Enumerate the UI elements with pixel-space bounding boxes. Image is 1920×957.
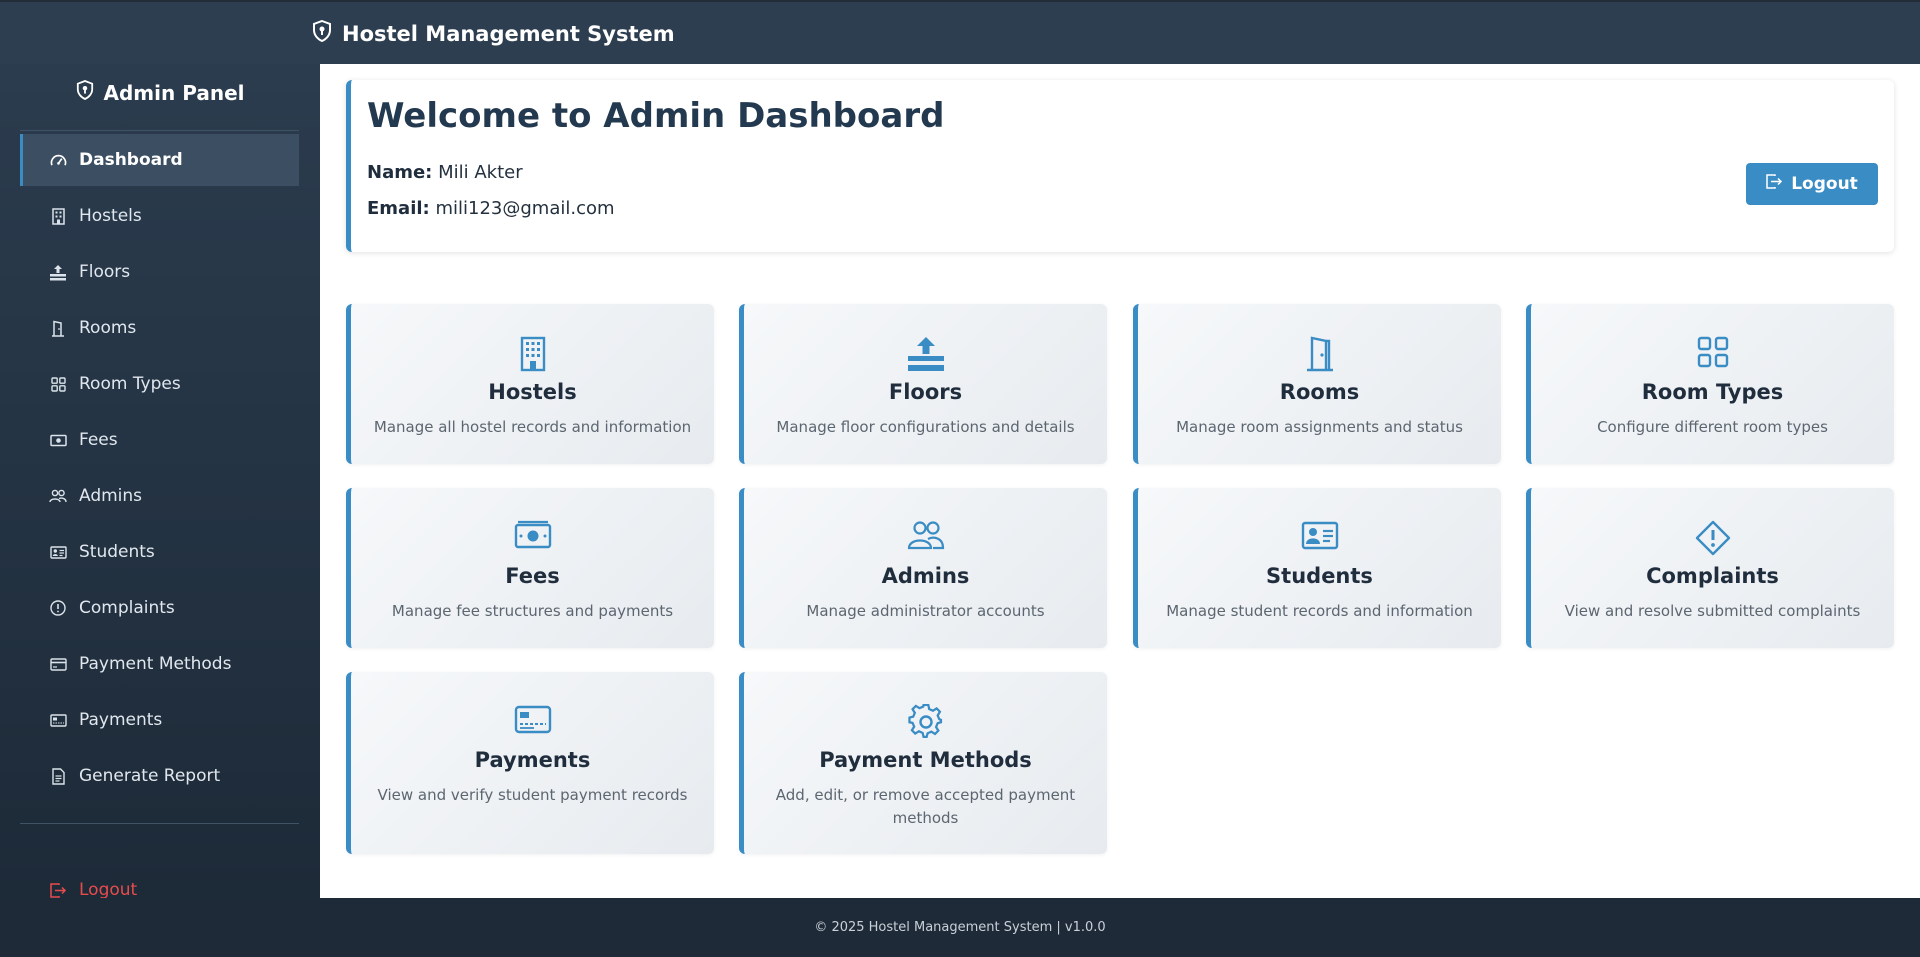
floors-icon xyxy=(744,336,1107,374)
card-description: Manage all hostel records and informatio… xyxy=(373,418,692,436)
gear-icon xyxy=(744,704,1107,742)
user-email-line: Email: mili123@gmail.com xyxy=(367,198,615,219)
card-description: Manage administrator accounts xyxy=(806,602,1045,620)
sidebar-item-rooms[interactable]: Rooms xyxy=(20,302,299,354)
top-bar: Hostel Management System xyxy=(0,0,1920,64)
card-payment-methods[interactable]: Payment Methods Add, edit, or remove acc… xyxy=(739,672,1107,854)
card-title: Complaints xyxy=(1646,564,1779,588)
sidebar-divider xyxy=(20,823,299,824)
card-title: Payment Methods xyxy=(819,748,1032,772)
card-description: Manage student records and information xyxy=(1166,602,1473,620)
cash-icon xyxy=(351,520,714,558)
building-icon xyxy=(351,336,714,374)
door-icon xyxy=(1138,336,1501,374)
sidebar-item-generate-report[interactable]: Generate Report xyxy=(20,750,299,802)
card-description: View and verify student payment records xyxy=(377,786,688,804)
page-title: Welcome to Admin Dashboard xyxy=(367,96,945,136)
id-card-icon xyxy=(49,543,67,561)
door-icon xyxy=(49,319,67,337)
card-title: Room Types xyxy=(1641,380,1784,404)
card-complaints[interactable]: Complaints View and resolve submitted co… xyxy=(1526,488,1894,648)
card-floors[interactable]: Floors Manage floor configurations and d… xyxy=(739,304,1107,464)
sidebar-item-room-types[interactable]: Room Types xyxy=(20,358,299,410)
shield-icon xyxy=(76,80,94,105)
card-room-types[interactable]: Room Types Configure different room type… xyxy=(1526,304,1894,464)
card-title: Hostels xyxy=(488,380,577,404)
sidebar-item-payment-methods[interactable]: Payment Methods xyxy=(20,638,299,690)
card-title: Floors xyxy=(888,380,963,404)
building-icon xyxy=(49,207,67,225)
card-title: Students xyxy=(1266,564,1373,588)
people-icon xyxy=(49,487,67,505)
name-label: Name: xyxy=(367,162,433,183)
card-description: Manage fee structures and payments xyxy=(391,602,674,620)
grid-icon xyxy=(1531,336,1894,374)
card-fees[interactable]: Fees Manage fee structures and payments xyxy=(346,488,714,648)
card-description: View and resolve submitted complaints xyxy=(1564,602,1861,620)
sidebar-item-hostels[interactable]: Hostels xyxy=(20,190,299,242)
card-title: Fees xyxy=(505,564,560,588)
credit-card-icon xyxy=(49,655,67,673)
app-brand: Hostel Management System xyxy=(312,19,675,47)
logout-button[interactable]: Logout xyxy=(1746,163,1878,205)
sidebar-item-complaints[interactable]: Complaints xyxy=(20,582,299,634)
sidebar-nav: Dashboard Hostels Floors Rooms Room Type… xyxy=(20,134,299,806)
credit-card-icon xyxy=(351,704,714,742)
card-rooms[interactable]: Rooms Manage room assignments and status xyxy=(1133,304,1501,464)
sidebar-item-payments[interactable]: Payments xyxy=(20,694,299,746)
welcome-panel: Welcome to Admin Dashboard Name: Mili Ak… xyxy=(346,80,1894,252)
sidebar-item-admins[interactable]: Admins xyxy=(20,470,299,522)
email-value: mili123@gmail.com xyxy=(435,198,615,219)
card-description: Manage floor configurations and details xyxy=(776,418,1075,436)
floors-icon xyxy=(49,263,67,281)
app-title: Hostel Management System xyxy=(342,21,675,46)
card-hostels[interactable]: Hostels Manage all hostel records and in… xyxy=(346,304,714,464)
email-label: Email: xyxy=(367,198,430,219)
sidebar-item-students[interactable]: Students xyxy=(20,526,299,578)
sidebar-divider xyxy=(20,130,299,131)
sidebar: Admin Panel Dashboard Hostels Floors Roo… xyxy=(0,64,320,900)
document-icon xyxy=(49,767,67,785)
shield-icon xyxy=(312,19,332,47)
speedometer-icon xyxy=(49,151,67,169)
logout-icon xyxy=(49,881,67,899)
card-admins[interactable]: Admins Manage administrator accounts xyxy=(739,488,1107,648)
cash-icon xyxy=(49,431,67,449)
exclamation-icon xyxy=(49,599,67,617)
logout-icon xyxy=(1766,174,1783,194)
sidebar-item-dashboard[interactable]: Dashboard xyxy=(20,134,299,186)
card-description: Add, edit, or remove accepted payment me… xyxy=(775,786,1076,827)
sidebar-item-fees[interactable]: Fees xyxy=(20,414,299,466)
people-icon xyxy=(744,520,1107,558)
main-content: Welcome to Admin Dashboard Name: Mili Ak… xyxy=(320,64,1920,898)
footer: © 2025 Hostel Management System | v1.0.0 xyxy=(0,898,1920,957)
card-description: Manage room assignments and status xyxy=(1176,418,1463,436)
receipt-icon xyxy=(49,711,67,729)
card-title: Payments xyxy=(474,748,591,772)
exclamation-diamond-icon xyxy=(1531,520,1894,558)
footer-text: © 2025 Hostel Management System | v1.0.0 xyxy=(814,920,1106,935)
card-title: Rooms xyxy=(1279,380,1360,404)
card-description: Configure different room types xyxy=(1597,418,1828,436)
grid-icon xyxy=(49,375,67,393)
sidebar-item-floors[interactable]: Floors xyxy=(20,246,299,298)
name-value: Mili Akter xyxy=(438,162,523,183)
card-payments[interactable]: Payments View and verify student payment… xyxy=(346,672,714,854)
id-card-icon xyxy=(1138,520,1501,558)
sidebar-title: Admin Panel xyxy=(0,80,320,105)
user-name-line: Name: Mili Akter xyxy=(367,162,523,183)
card-students[interactable]: Students Manage student records and info… xyxy=(1133,488,1501,648)
card-title: Admins xyxy=(881,564,970,588)
